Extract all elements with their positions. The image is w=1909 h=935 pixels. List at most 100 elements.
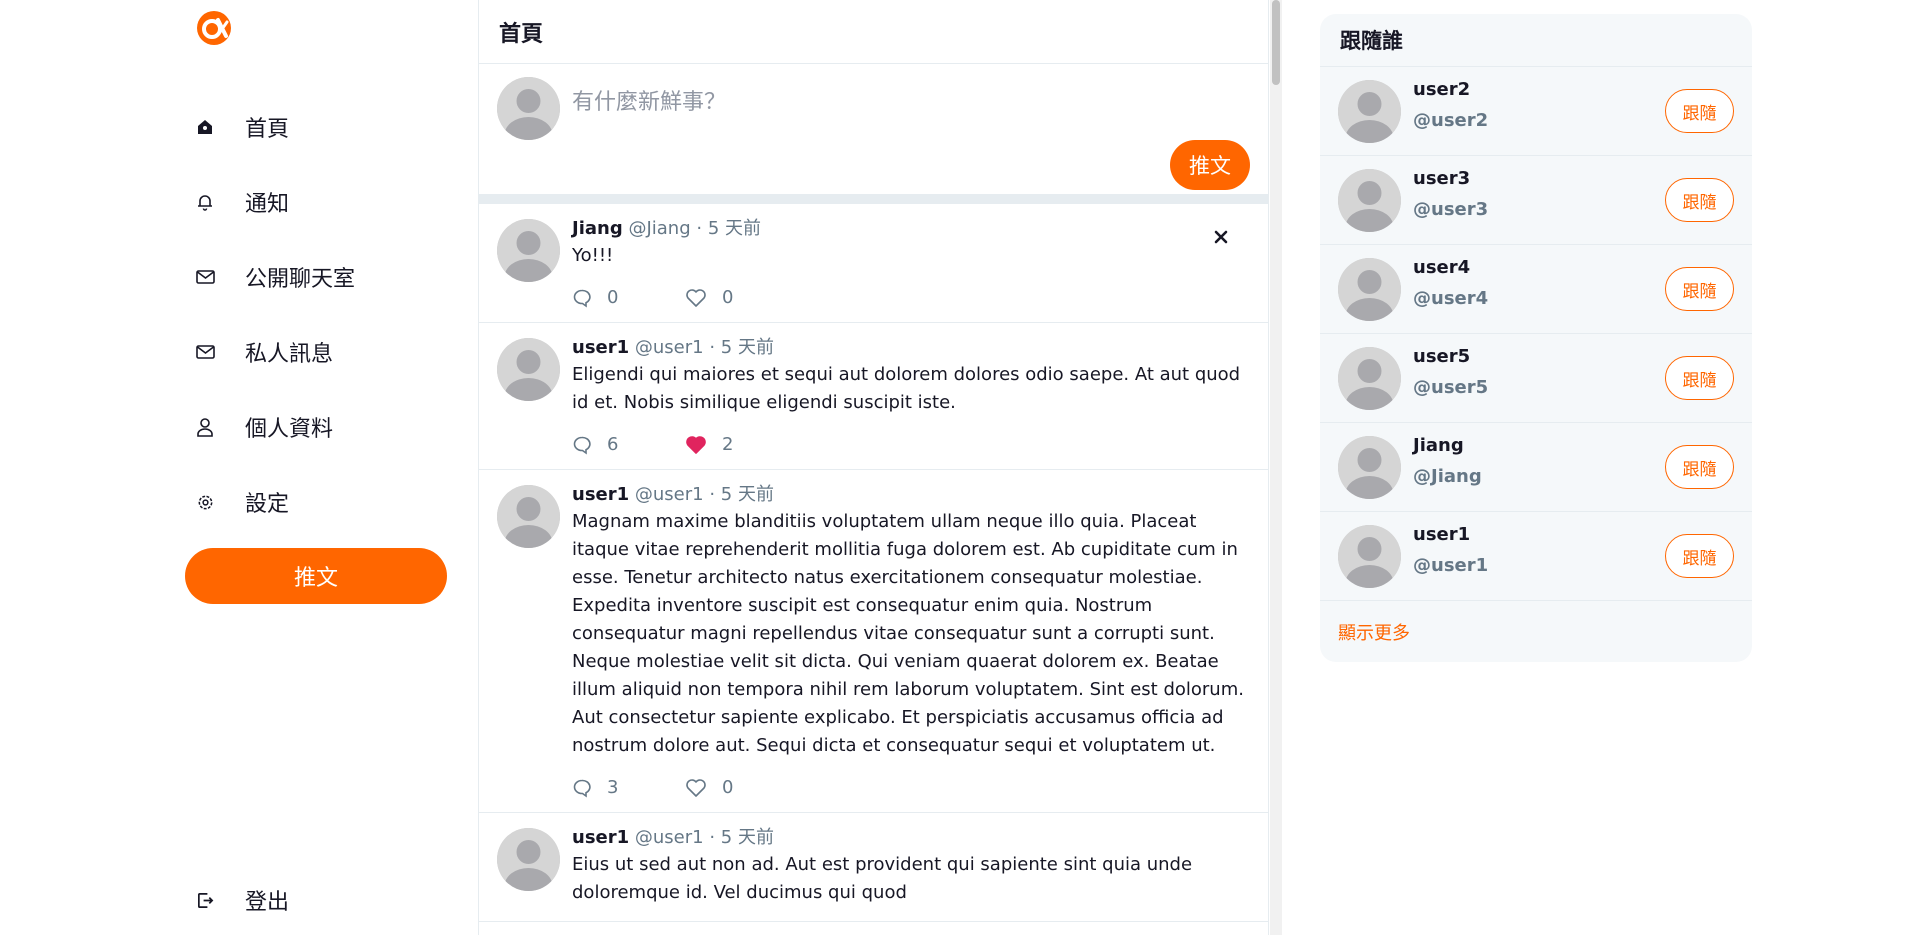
gear-icon [195, 492, 215, 512]
tweet-item[interactable]: user1 @user1 · 5 天前 Eius ut sed aut non a… [479, 813, 1268, 922]
avatar[interactable] [1338, 80, 1401, 143]
composer-tweet-button[interactable]: 推文 [1170, 140, 1250, 190]
home-icon [195, 117, 215, 137]
who-to-follow-panel: 跟隨誰 user2 @user2 跟隨 user3 @user3 跟隨 user4 @user… [1320, 14, 1752, 662]
heart-icon [685, 288, 722, 308]
tweet-author-name[interactable]: user1 [572, 337, 629, 358]
sidebar-item-label: 設定 [245, 492, 290, 517]
avatar[interactable] [497, 338, 560, 401]
logout-label: 登出 [245, 890, 290, 915]
tweet-author-handle[interactable]: @Jiang [628, 218, 690, 239]
follow-button[interactable]: 跟隨 [1665, 267, 1734, 311]
follow-button[interactable]: 跟隨 [1665, 534, 1734, 578]
follow-user-name[interactable]: Jiang [1413, 435, 1464, 456]
sidebar-item-label: 通知 [245, 192, 290, 217]
avatar[interactable] [1338, 169, 1401, 232]
sidebar-item-notifications[interactable]: 通知 [185, 182, 425, 222]
like-button[interactable]: 0 [685, 287, 798, 308]
page-title: 首頁 [479, 0, 1268, 64]
sidebar-item-label: 個人資料 [245, 417, 334, 442]
sidebar-item-home[interactable]: 首頁 [185, 107, 425, 147]
follow-suggestion-item: user2 @user2 跟隨 [1320, 67, 1752, 156]
avatar[interactable] [1338, 347, 1401, 410]
follow-button[interactable]: 跟隨 [1665, 178, 1734, 222]
tweet-separator: · [709, 337, 716, 358]
tweet-actions: 00 [572, 287, 1250, 308]
tweet-author-handle[interactable]: @user1 [635, 484, 704, 505]
mail-icon [195, 342, 215, 362]
tweet-author-name[interactable]: user1 [572, 827, 629, 848]
tweet-author-handle[interactable]: @user1 [635, 827, 704, 848]
follow-user-handle[interactable]: @user3 [1413, 199, 1488, 220]
sidebar-item-public-chat[interactable]: 公開聊天室 [185, 257, 425, 297]
avatar[interactable] [497, 828, 560, 891]
follow-user-handle[interactable]: @user1 [1413, 555, 1488, 576]
reply-button[interactable]: 3 [572, 777, 685, 798]
follow-user-handle[interactable]: @Jiang [1413, 466, 1482, 487]
follow-user-name[interactable]: user3 [1413, 168, 1470, 189]
tweet-input[interactable] [572, 82, 1212, 122]
tweet-item[interactable]: Jiang @Jiang · 5 天前 Yo!!! 0 0 [479, 204, 1268, 323]
tweet-time: 5 天前 [720, 337, 774, 358]
tweet-list: Jiang @Jiang · 5 天前 Yo!!! 0 0 user1 @user1 ·… [479, 204, 1268, 922]
follow-button[interactable]: 跟隨 [1665, 445, 1734, 489]
follow-user-handle[interactable]: @user2 [1413, 110, 1488, 131]
reply-icon [572, 288, 607, 308]
follow-user-name[interactable]: user1 [1413, 524, 1470, 545]
logout-button[interactable]: 登出 [185, 880, 425, 920]
show-more-link[interactable]: 顯示更多 [1320, 601, 1752, 645]
tweet-author-name[interactable]: Jiang [572, 218, 623, 239]
logout-icon [195, 890, 215, 910]
tweet-author-name[interactable]: user1 [572, 484, 629, 505]
follow-user-name[interactable]: user2 [1413, 79, 1470, 100]
avatar[interactable] [1338, 258, 1401, 321]
like-button[interactable]: 0 [685, 777, 798, 798]
follow-suggestion-item: Jiang @Jiang 跟隨 [1320, 423, 1752, 512]
follow-user-handle[interactable]: @user4 [1413, 288, 1488, 309]
mail-icon [195, 267, 215, 287]
tweet-item[interactable]: user1 @user1 · 5 天前 Magnam maxime blandit… [479, 470, 1268, 813]
heart-icon [685, 778, 722, 798]
like-button[interactable]: 2 [685, 434, 798, 455]
like-count: 2 [722, 434, 734, 455]
avatar[interactable] [1338, 436, 1401, 499]
follow-button[interactable]: 跟隨 [1665, 89, 1734, 133]
user-icon [195, 417, 215, 437]
reply-count: 3 [607, 777, 619, 798]
tweet-time: 5 天前 [720, 827, 774, 848]
tweet-author-handle[interactable]: @user1 [635, 337, 704, 358]
avatar [497, 77, 560, 140]
avatar[interactable] [1338, 525, 1401, 588]
delete-tweet-button[interactable] [1210, 226, 1232, 248]
tweet-text: Eius ut sed aut non ad. Aut est providen… [572, 854, 1193, 903]
tweet-text: Eligendi qui maiores et sequi aut dolore… [572, 364, 1241, 413]
avatar[interactable] [497, 485, 560, 548]
alphacamp-logo-icon[interactable] [196, 10, 232, 46]
sidebar-item-settings[interactable]: 設定 [185, 482, 425, 522]
heart-icon [685, 435, 722, 455]
follow-button[interactable]: 跟隨 [1665, 356, 1734, 400]
reply-button[interactable]: 0 [572, 287, 685, 308]
tweet-item[interactable]: user1 @user1 · 5 天前 Eligendi qui maiores … [479, 323, 1268, 470]
like-count: 0 [722, 777, 734, 798]
tweet-separator: · [709, 827, 716, 848]
follow-user-name[interactable]: user4 [1413, 257, 1470, 278]
scrollbar-thumb[interactable] [1272, 0, 1280, 85]
sidebar-tweet-button[interactable]: 推文 [185, 548, 447, 604]
tweet-time: 5 天前 [720, 484, 774, 505]
sidebar-item-profile[interactable]: 個人資料 [185, 407, 425, 447]
tweet-meta: user1 @user1 · 5 天前 [572, 482, 1250, 508]
tweet-actions: 62 [572, 434, 1250, 455]
who-to-follow-title: 跟隨誰 [1320, 14, 1752, 67]
bell-icon [195, 192, 215, 212]
follow-suggestion-item: user3 @user3 跟隨 [1320, 156, 1752, 245]
sidebar-item-label: 私人訊息 [245, 342, 334, 367]
reply-button[interactable]: 6 [572, 434, 685, 455]
tweet-time: 5 天前 [707, 218, 762, 239]
scrollbar[interactable] [1270, 0, 1282, 935]
follow-user-name[interactable]: user5 [1413, 346, 1470, 367]
sidebar-item-private-messages[interactable]: 私人訊息 [185, 332, 425, 372]
main-column: 首頁 推文 Jiang @Jiang · 5 天前Yo!!!00user1 @u… [478, 0, 1269, 935]
avatar[interactable] [497, 219, 560, 282]
follow-user-handle[interactable]: @user5 [1413, 377, 1488, 398]
